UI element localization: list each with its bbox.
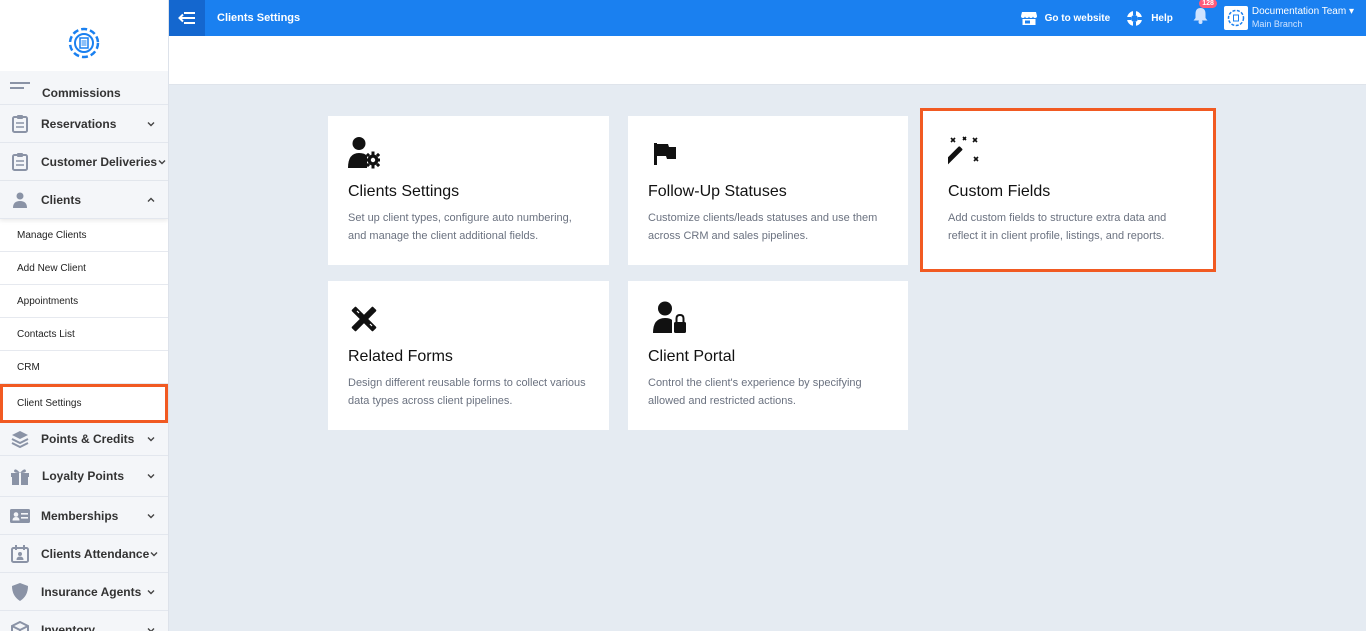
chevron-down-icon xyxy=(150,551,158,556)
go-to-website-link[interactable]: Go to website xyxy=(1020,11,1111,25)
app-logo-icon[interactable] xyxy=(67,26,101,60)
card-title: Client Portal xyxy=(648,348,736,365)
sidebar-subitem-appointments[interactable]: Appointments xyxy=(0,285,168,318)
sidebar: Commissions Reservations Customer Delive… xyxy=(0,0,169,631)
caret-down-icon: ▾ xyxy=(1348,6,1354,17)
layers-icon xyxy=(10,429,30,449)
card-description: Design different reusable forms to colle… xyxy=(348,377,586,407)
id-card-icon xyxy=(10,506,30,526)
sidebar-subitem-add-new-client[interactable]: Add New Client xyxy=(0,252,168,285)
chevron-down-icon xyxy=(147,513,155,518)
chevron-down-icon xyxy=(147,474,155,479)
card-title: Custom Fields xyxy=(948,183,1051,200)
sidebar-item-label: Insurance Agents xyxy=(41,584,142,599)
user-branch: Main Branch xyxy=(1251,19,1303,29)
flag-icon xyxy=(654,143,676,165)
card-title: Related Forms xyxy=(348,348,453,365)
user-name: Documentation Team ▾ xyxy=(1252,6,1354,18)
card-clients-settings[interactable]: Clients Settings Set up client types, co… xyxy=(328,116,609,265)
page-header-band xyxy=(169,36,1366,85)
help-link[interactable]: Help xyxy=(1126,9,1173,27)
card-related-forms[interactable]: Related Forms Design different reusable … xyxy=(328,281,609,430)
card-follow-up-statuses[interactable]: Follow-Up Statuses Customize clients/lea… xyxy=(628,116,908,265)
sidebar-item-insurance-agents[interactable]: Insurance Agents xyxy=(0,573,168,611)
sidebar-item-label: Commissions xyxy=(42,85,121,100)
bell-icon xyxy=(1193,8,1208,24)
card-title: Follow-Up Statuses xyxy=(648,183,787,200)
sidebar-nav: Commissions Reservations Customer Delive… xyxy=(0,71,168,631)
sidebar-item-label: Customer Deliveries xyxy=(41,154,158,169)
chevron-down-icon xyxy=(147,589,155,594)
sidebar-item-label: Reservations xyxy=(41,116,117,131)
clipboard-icon xyxy=(10,152,30,172)
gift-icon xyxy=(10,466,30,486)
card-description: Control the client's experience by speci… xyxy=(648,377,862,407)
user-icon xyxy=(10,190,30,210)
user-info: Documentation Team ▾ Main Branch xyxy=(1252,6,1354,30)
clipboard-icon xyxy=(10,114,30,134)
help-label: Help xyxy=(1151,12,1173,24)
sidebar-item-label: Clients Attendance xyxy=(41,546,150,561)
user-gear-icon xyxy=(348,137,380,169)
notification-count-badge: 128 xyxy=(1199,0,1217,8)
commissions-icon xyxy=(10,78,30,98)
go-to-website-label: Go to website xyxy=(1044,12,1111,24)
card-description: Customize clients/leads statuses and use… xyxy=(648,212,878,242)
sidebar-item-loyalty-points[interactable]: Loyalty Points xyxy=(0,456,168,497)
store-icon xyxy=(1020,12,1037,25)
sidebar-item-label: Points & Credits xyxy=(41,432,135,446)
arrow-left-menu-icon xyxy=(178,12,195,24)
sidebar-subitem-crm[interactable]: CRM xyxy=(0,351,168,384)
user-lock-icon xyxy=(653,301,686,333)
chevron-down-icon xyxy=(147,627,155,631)
card-description: Set up client types, configure auto numb… xyxy=(348,212,572,242)
avatar xyxy=(1223,6,1248,30)
sidebar-item-points-credits[interactable]: Points & Credits xyxy=(0,423,168,456)
chevron-down-icon xyxy=(147,121,155,126)
sidebar-item-memberships[interactable]: Memberships xyxy=(0,497,168,535)
magic-wand-icon xyxy=(948,136,979,165)
card-title: Clients Settings xyxy=(348,183,460,200)
pencil-ruler-icon xyxy=(351,306,377,332)
sidebar-item-label: Memberships xyxy=(41,508,119,523)
sidebar-item-customer-deliveries[interactable]: Customer Deliveries xyxy=(0,143,168,181)
sidebar-item-reservations[interactable]: Reservations xyxy=(0,105,168,143)
user-name-text: Documentation Team xyxy=(1251,6,1347,17)
sidebar-toggle-button[interactable] xyxy=(169,0,205,36)
chevron-down-icon xyxy=(158,159,166,164)
page-title: Clients Settings xyxy=(217,12,301,24)
sidebar-item-commissions[interactable]: Commissions xyxy=(0,71,168,105)
user-menu[interactable]: Documentation Team ▾ Main Branch xyxy=(1223,6,1354,30)
sidebar-item-clients-attendance[interactable]: Clients Attendance xyxy=(0,535,168,573)
shield-icon xyxy=(10,582,30,602)
company-logo-icon xyxy=(1227,9,1245,27)
sidebar-item-inventory[interactable]: Inventory xyxy=(0,611,168,631)
sidebar-item-clients[interactable]: Clients xyxy=(0,181,168,219)
box-icon xyxy=(10,620,30,631)
chevron-up-icon xyxy=(147,197,155,202)
sidebar-subitem-manage-clients[interactable]: Manage Clients xyxy=(0,219,168,252)
sidebar-item-label: Inventory xyxy=(41,622,96,631)
sidebar-subitem-contacts-list[interactable]: Contacts List xyxy=(0,318,168,351)
calendar-user-icon xyxy=(10,544,30,564)
sidebar-item-label: Clients xyxy=(41,192,82,207)
card-description: Add custom fields to structure extra dat… xyxy=(948,212,1167,242)
sidebar-item-label: Loyalty Points xyxy=(42,469,125,483)
sidebar-subitem-client-settings[interactable]: Client Settings xyxy=(0,384,168,423)
notifications-button[interactable]: 128 xyxy=(1193,0,1217,29)
lifebuoy-icon xyxy=(1126,9,1144,27)
chevron-down-icon xyxy=(147,437,155,442)
card-client-portal[interactable]: Client Portal Control the client's exper… xyxy=(628,281,908,430)
top-bar-actions: Go to website Help 128 Documentation Tea… xyxy=(1020,0,1366,36)
card-custom-fields[interactable]: Custom Fields Add custom fields to struc… xyxy=(920,108,1216,272)
top-bar: Clients Settings Go to website Help 128 … xyxy=(169,0,1366,36)
